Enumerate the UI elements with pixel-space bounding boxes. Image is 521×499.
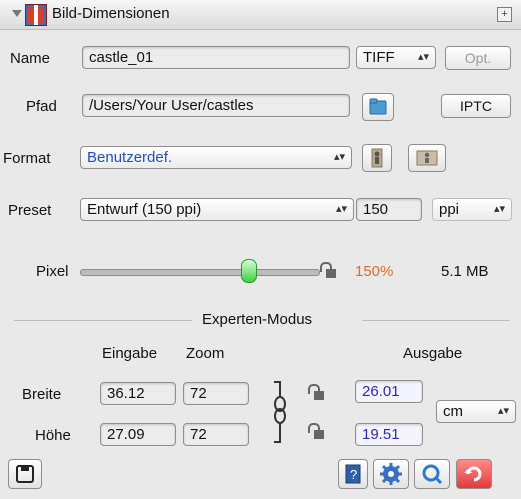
format-value: Benutzerdef. (87, 149, 173, 166)
name-input[interactable]: castle_01 (82, 46, 350, 69)
reset-button[interactable] (456, 459, 492, 489)
folder-icon (369, 98, 387, 115)
landscape-icon (416, 150, 438, 166)
name-label: Name (10, 50, 51, 67)
width-zoom[interactable]: 72 (183, 382, 249, 405)
quick-preview-button[interactable] (414, 459, 450, 489)
expert-mode-title: Experten-Modus (202, 311, 313, 328)
popup-arrows-icon: ▴▾ (333, 151, 345, 163)
filetype-value: TIFF (363, 49, 395, 66)
preset-label: Preset (8, 202, 52, 219)
popup-arrows-icon: ▴▾ (493, 203, 505, 215)
height-output[interactable]: 19.51 (355, 423, 423, 446)
gear-icon (380, 463, 402, 485)
pixel-percent: 150% (355, 263, 394, 280)
height-lock-icon[interactable] (308, 423, 324, 439)
width-output[interactable]: 26.01 (355, 380, 423, 403)
disclosure-triangle-icon[interactable] (12, 10, 22, 17)
width-input[interactable]: 36.12 (100, 382, 176, 405)
folder-button[interactable] (362, 93, 394, 121)
popup-arrows-icon: ▴▾ (335, 203, 347, 215)
aspect-chain-icon[interactable] (270, 378, 294, 448)
unit-value: ppi (439, 201, 460, 218)
settings-button[interactable] (373, 459, 409, 489)
preset-value: Entwurf (150 ppi) (87, 201, 202, 218)
panel-title-bar: Bild-Dimensionen + (0, 0, 521, 30)
help-book-icon: ? (345, 464, 361, 484)
reset-arrow-icon (464, 466, 482, 482)
popup-arrows-icon: ▴▾ (497, 405, 509, 417)
col-output-header: Ausgabe (403, 345, 463, 362)
separator-left (14, 320, 192, 321)
output-unit-select[interactable]: cm ▴▾ (436, 400, 516, 423)
height-input[interactable]: 27.09 (100, 423, 176, 446)
magnifier-icon (422, 464, 443, 485)
preset-select[interactable]: Entwurf (150 ppi) ▴▾ (80, 198, 354, 221)
portrait-button[interactable] (362, 144, 392, 172)
options-button[interactable]: Opt. (445, 46, 511, 70)
height-label: Höhe (35, 427, 71, 444)
panel-title: Bild-Dimensionen (52, 5, 170, 22)
height-zoom[interactable]: 72 (183, 423, 249, 446)
separator-right (362, 320, 510, 321)
panel-menu-icon[interactable]: + (497, 7, 512, 22)
pixel-slider-track[interactable] (80, 269, 320, 276)
floppy-disk-icon (16, 465, 34, 483)
col-input-header: Eingabe (102, 345, 158, 362)
landscape-button[interactable] (408, 144, 446, 172)
pixel-label: Pixel (36, 263, 69, 280)
path-label: Pfad (26, 98, 57, 115)
path-input[interactable]: /Users/Your User/castles (82, 94, 350, 117)
iptc-button[interactable]: IPTC (441, 94, 511, 118)
popup-arrows-icon: ▴▾ (417, 51, 429, 63)
portrait-icon (371, 148, 383, 168)
filetype-select[interactable]: TIFF ▴▾ (356, 46, 436, 69)
pixel-slider-thumb[interactable] (241, 259, 257, 283)
help-button[interactable]: ? (338, 459, 368, 489)
app-icon (25, 4, 47, 26)
col-zoom-header: Zoom (186, 345, 225, 362)
resolution-input[interactable]: 150 (356, 198, 422, 221)
format-select[interactable]: Benutzerdef. ▴▾ (80, 146, 352, 169)
width-lock-icon[interactable] (308, 384, 324, 400)
file-size: 5.1 MB (441, 263, 489, 280)
svg-text:?: ? (350, 467, 357, 482)
pixel-lock-icon[interactable] (320, 262, 336, 278)
unit-select[interactable]: ppi ▴▾ (432, 198, 512, 221)
save-button[interactable] (8, 459, 42, 489)
format-label: Format (3, 150, 51, 167)
output-unit-value: cm (443, 403, 463, 420)
width-label: Breite (22, 386, 62, 403)
